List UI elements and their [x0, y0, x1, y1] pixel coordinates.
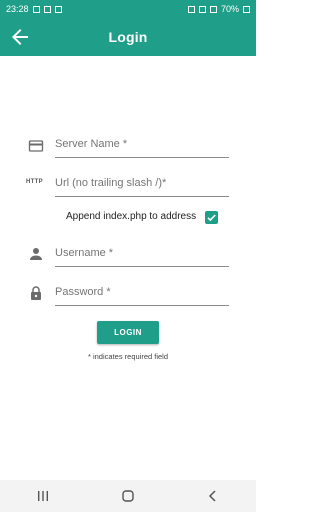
back-button[interactable]: [8, 25, 32, 49]
home-button[interactable]: [113, 484, 143, 508]
person-icon: [30, 248, 42, 260]
server-card-icon: [28, 140, 44, 152]
battery-text: 70%: [220, 4, 239, 14]
back-icon: [209, 490, 216, 502]
append-index-label: Append index.php to address: [66, 211, 197, 222]
system-nav-bar: [0, 480, 256, 512]
gallery-icon: [43, 5, 51, 13]
back-arrow-icon: [12, 29, 28, 45]
server-name-field[interactable]: Server Name *: [55, 132, 229, 158]
username-field[interactable]: Username *: [55, 241, 229, 267]
login-button[interactable]: LOGIN: [97, 321, 159, 344]
status-bar: 23:28 70%: [0, 0, 256, 18]
password-field[interactable]: Password *: [55, 280, 229, 306]
url-field[interactable]: Url (no trailing slash /)*: [55, 171, 229, 197]
home-icon: [122, 490, 134, 502]
print-icon: [54, 5, 62, 13]
alarm-icon: [187, 5, 195, 13]
recents-button[interactable]: [28, 484, 58, 508]
battery-icon: [243, 5, 250, 13]
signal-icon: [209, 5, 217, 13]
nav-back-button[interactable]: [198, 484, 228, 508]
wifi-icon: [198, 5, 206, 13]
page-title: Login: [108, 29, 148, 45]
recents-icon: [37, 491, 48, 501]
lock-icon: [31, 286, 41, 300]
app-bar: Login: [0, 18, 256, 56]
check-icon: [207, 214, 216, 222]
append-index-checkbox[interactable]: [205, 211, 218, 224]
http-icon: HTTP: [26, 179, 43, 185]
required-field-note: * indicates required field: [87, 352, 169, 361]
notification-icon: [32, 5, 40, 13]
status-time: 23:28: [6, 4, 29, 14]
